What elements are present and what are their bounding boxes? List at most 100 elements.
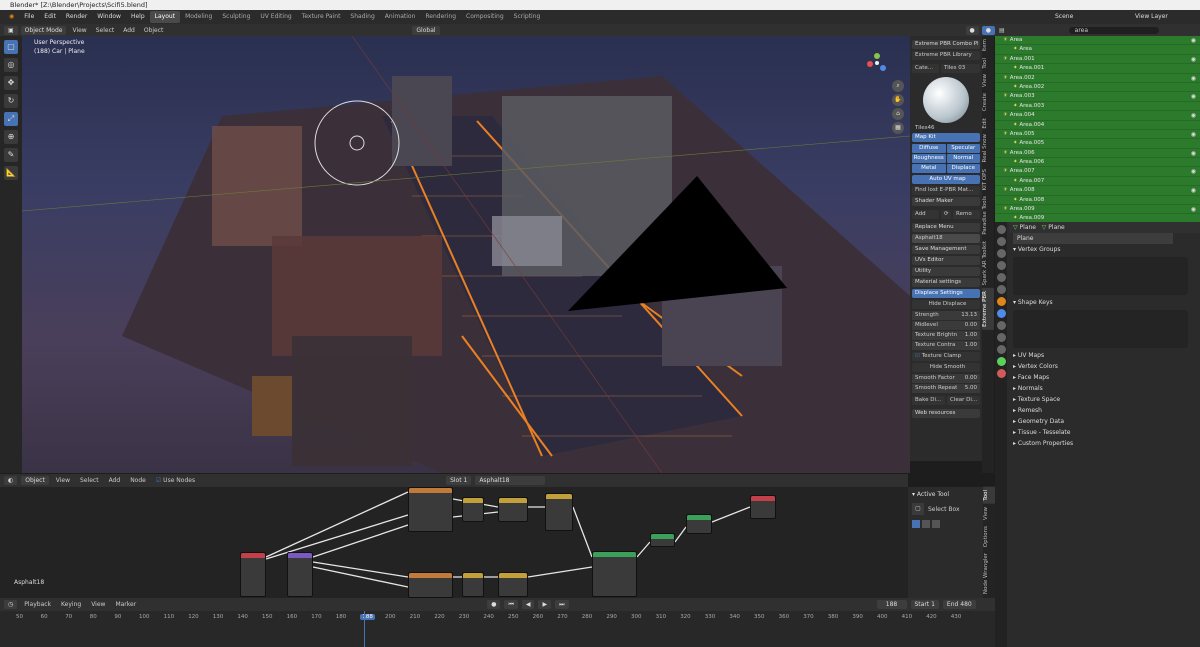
jump-end-icon[interactable]: ⏭ xyxy=(555,600,569,609)
node-editor[interactable]: Asphalt18 xyxy=(0,487,908,598)
outliner-row[interactable]: ☀ Area.006 ◉ xyxy=(995,148,1200,159)
node-tab-tool[interactable]: Tool xyxy=(983,487,995,504)
cursor-icon[interactable]: ◎ xyxy=(4,58,18,72)
playhead[interactable] xyxy=(364,611,365,647)
outliner-row[interactable]: ✦ Area.007 xyxy=(995,176,1200,187)
jump-start-icon[interactable]: ⏮ xyxy=(504,600,518,609)
workspace-tab-texture-paint[interactable]: Texture Paint xyxy=(297,11,346,23)
section-custom-properties[interactable]: ▸ Custom Properties xyxy=(1009,438,1200,449)
find-lost-button[interactable]: Find lost E-PBR Mat... xyxy=(912,186,980,195)
camera-icon[interactable]: ⌂ xyxy=(892,108,904,120)
node-menu-select[interactable]: Select xyxy=(77,477,102,484)
section-face-maps[interactable]: ▸ Face Maps xyxy=(1009,372,1200,383)
editor-type-icon[interactable]: ▣ xyxy=(4,25,18,35)
data-props-icon[interactable] xyxy=(996,357,1006,366)
tool-props-icon[interactable] xyxy=(996,225,1006,234)
outliner-row[interactable]: ✦ Area.006 xyxy=(995,158,1200,168)
workspace-tab-scripting[interactable]: Scripting xyxy=(509,11,546,23)
measure-icon[interactable]: 📐 xyxy=(4,166,18,180)
record-icon[interactable]: ● xyxy=(487,600,501,609)
physics-props-icon[interactable] xyxy=(996,333,1006,342)
hide-smooth-button[interactable]: Hide Smooth xyxy=(912,363,980,372)
tab-item[interactable]: Item xyxy=(982,36,994,55)
modifier-props-icon[interactable] xyxy=(996,309,1006,318)
visibility-eye-icon[interactable]: ◉ xyxy=(1191,205,1196,214)
workspace-tab-rendering[interactable]: Rendering xyxy=(420,11,461,23)
workspace-tab-sculpting[interactable]: Sculpting xyxy=(217,11,255,23)
transform-icon[interactable]: ⊕ xyxy=(4,130,18,144)
viewport-menu-select[interactable]: Select xyxy=(93,27,118,34)
output-props-icon[interactable] xyxy=(996,249,1006,258)
menu-help[interactable]: Help xyxy=(126,10,150,24)
outliner-row[interactable]: ✦ Area.004 xyxy=(995,120,1200,130)
node-mix-shader[interactable] xyxy=(686,514,712,534)
ortho-grid-icon[interactable]: ▦ xyxy=(892,122,904,134)
menu-render[interactable]: Render xyxy=(61,10,92,24)
outliner-row[interactable]: ✦ Area xyxy=(995,45,1200,55)
map-kit-header[interactable]: Map Kit xyxy=(912,133,980,142)
map-normal-button[interactable]: Normal xyxy=(946,154,980,163)
navigation-gizmo[interactable] xyxy=(864,50,890,76)
section-remesh[interactable]: ▸ Remesh xyxy=(1009,405,1200,416)
node-displacement[interactable] xyxy=(650,533,675,547)
replace-menu-header[interactable]: Replace Menu xyxy=(912,223,980,232)
menu-edit[interactable]: Edit xyxy=(39,10,61,24)
start-frame-field[interactable]: Start 1 xyxy=(910,600,939,609)
pan-hand-icon[interactable]: ✋ xyxy=(892,94,904,106)
outliner-row[interactable]: ✦ Area.003 xyxy=(995,101,1200,112)
visibility-eye-icon[interactable]: ◉ xyxy=(1191,36,1196,45)
tiles-selector[interactable]: Tiles 03 xyxy=(941,64,980,73)
outliner-row[interactable]: ☀ Area.007 ◉ xyxy=(995,167,1200,177)
material-settings-header[interactable]: Material settings xyxy=(912,278,980,287)
node-color-ramp-1[interactable] xyxy=(462,497,484,522)
current-frame-field[interactable]: 188 xyxy=(876,600,907,609)
world-props-icon[interactable] xyxy=(996,285,1006,294)
add-button[interactable]: Add xyxy=(912,210,939,219)
tab-spark-ar[interactable]: Spark AR Toolkit xyxy=(982,238,994,288)
tab-tool[interactable]: Tool xyxy=(982,55,994,72)
visibility-eye-icon[interactable]: ◉ xyxy=(1191,167,1196,176)
select-mode-subtract-icon[interactable] xyxy=(932,520,940,528)
visibility-eye-icon[interactable]: ◉ xyxy=(1191,92,1196,101)
workspace-tab-animation[interactable]: Animation xyxy=(380,11,421,23)
use-nodes-checkbox[interactable]: ☑ Use Nodes xyxy=(153,477,198,484)
utility-header[interactable]: Utility xyxy=(912,267,980,276)
tab-edit[interactable]: Edit xyxy=(982,115,994,132)
map-metal-button[interactable]: Metal xyxy=(912,164,946,173)
view-layer-props-icon[interactable] xyxy=(996,261,1006,270)
select-mode-new-icon[interactable] xyxy=(912,520,920,528)
playback-menu[interactable]: Playback xyxy=(21,601,54,608)
section-geometry-data[interactable]: ▸ Geometry Data xyxy=(1009,416,1200,427)
tab-paradise-tools[interactable]: Paradise Tools xyxy=(982,193,994,238)
node-texture-coordinate[interactable] xyxy=(240,552,266,597)
param-texture-contrast[interactable]: Texture Contra 1.00 xyxy=(912,341,980,350)
texture-clamp-checkbox[interactable]: ☑ Texture Clamp xyxy=(912,352,980,361)
outliner-search-field[interactable]: area xyxy=(1068,26,1159,34)
vertex-groups-list[interactable] xyxy=(1013,257,1188,295)
play-reverse-icon[interactable]: ◀ xyxy=(521,600,535,609)
outliner-row[interactable]: ✦ Area.002 xyxy=(995,82,1200,93)
visibility-eye-icon[interactable]: ◉ xyxy=(1191,55,1196,64)
node-image-texture-2[interactable] xyxy=(408,572,453,598)
panel-title[interactable]: Extreme PBR Combo Pl xyxy=(912,40,980,49)
node-mapping[interactable] xyxy=(287,552,313,597)
mode-selector[interactable]: Object Mode xyxy=(20,25,67,35)
move-icon[interactable]: ✥ xyxy=(4,76,18,90)
play-icon[interactable]: ▶ xyxy=(538,600,552,609)
tab-extreme-pbr[interactable]: Extreme PBR xyxy=(982,288,994,331)
visibility-eye-icon[interactable]: ◉ xyxy=(1191,130,1196,139)
viewport-menu-add[interactable]: Add xyxy=(120,27,138,34)
outliner-row[interactable]: ☀ Area.004 ◉ xyxy=(995,111,1200,121)
end-frame-field[interactable]: End 480 xyxy=(942,600,976,609)
param-strength[interactable]: Strength 13.13 xyxy=(912,311,980,320)
uvs-editor-header[interactable]: UVs Editor xyxy=(912,256,980,265)
node-normal-map[interactable] xyxy=(545,493,573,531)
mesh-name-field[interactable]: Plane xyxy=(1009,233,1200,244)
tab-kit-ops[interactable]: KIT OPS xyxy=(982,166,994,193)
section-vertex-groups[interactable]: ▾ Vertex Groups xyxy=(1009,244,1200,255)
save-management-header[interactable]: Save Management xyxy=(912,245,980,254)
node-menu-node[interactable]: Node xyxy=(127,477,149,484)
timeline-menu-marker[interactable]: Marker xyxy=(112,601,139,608)
viewport-menu-view[interactable]: View xyxy=(69,27,89,34)
map-diffuse-button[interactable]: Diffuse xyxy=(912,144,946,153)
